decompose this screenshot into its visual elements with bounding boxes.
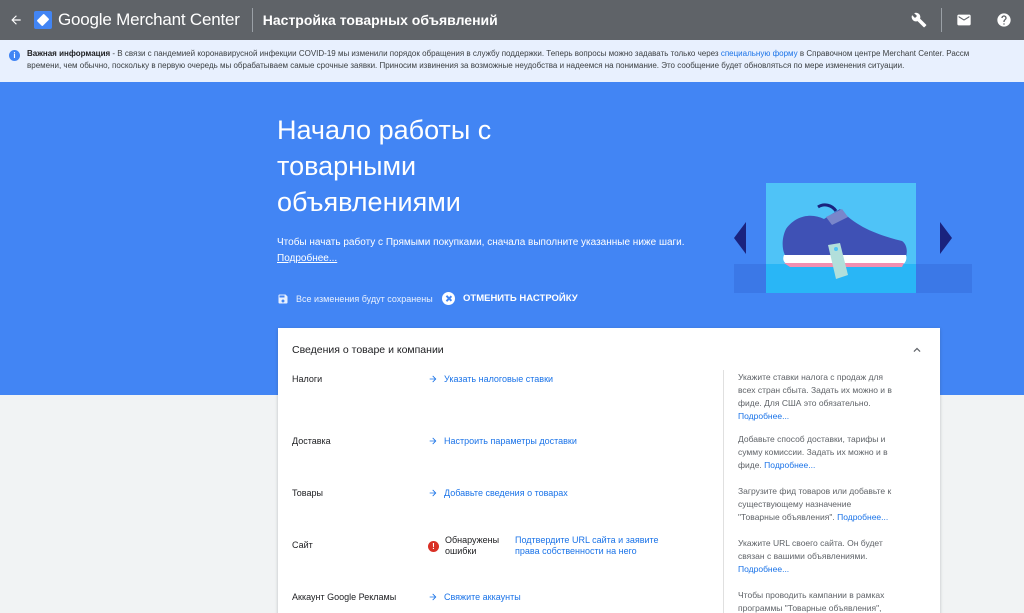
arrow-back-icon: [11, 15, 21, 25]
hero-learn-more-link[interactable]: Подробнее...: [277, 253, 337, 264]
row-action-label: Указать налоговые ставки: [444, 374, 554, 384]
page-title: Настройка товарных объявлений: [262, 12, 498, 28]
row-label: Сайт: [292, 540, 313, 550]
tools-button[interactable]: [899, 0, 939, 40]
set-tax-rates-link[interactable]: Указать налоговые ставки: [428, 374, 553, 384]
close-circle-icon: [442, 292, 455, 305]
error-icon: !: [428, 540, 439, 552]
row-action-label: Настроить параметры доставки: [444, 436, 577, 446]
website-status: ! Обнаружены ошибки Подтвердите URL сайт…: [428, 535, 685, 557]
configure-shipping-link[interactable]: Настроить параметры доставки: [428, 436, 577, 446]
setup-card: Сведения о товаре и компании Налоги Указ…: [278, 328, 940, 613]
banner-line-2: времени, чем обычно, поскольку в первую …: [27, 61, 905, 70]
card-title: Сведения о товаре и компании: [292, 344, 444, 356]
cancel-setup-label: ОТМЕНИТЬ НАСТРОЙКУ: [463, 293, 578, 304]
row-help: Добавьте способ доставки, тарифы и сумму…: [738, 433, 893, 472]
top-app-bar: Google Merchant Center Настройка товарны…: [0, 0, 1024, 40]
arrow-forward-icon: [429, 375, 437, 383]
row-help-link[interactable]: Подробнее...: [764, 460, 815, 470]
row-label: Налоги: [292, 374, 323, 384]
row-action-label: Свяжите аккаунты: [444, 592, 521, 602]
row-help-link[interactable]: Подробнее...: [738, 411, 789, 421]
brand-name: Google Merchant Center: [58, 10, 240, 29]
row-help: Загрузите фид товаров или добавьте к сущ…: [738, 485, 893, 524]
cancel-setup-button[interactable]: ОТМЕНИТЬ НАСТРОЙКУ: [442, 292, 578, 305]
row-label: Товары: [292, 488, 323, 498]
errors-found-text: Обнаружены ошибки: [445, 535, 500, 556]
card-header[interactable]: Сведения о товаре и компании: [278, 328, 940, 372]
actions-divider: [941, 8, 942, 32]
notifications-button[interactable]: [944, 0, 984, 40]
arrow-forward-icon: [429, 489, 437, 497]
add-product-info-link[interactable]: Добавьте сведения о товарах: [428, 488, 568, 498]
row-label: Доставка: [292, 436, 331, 446]
row-label: Аккаунт Google Рекламы: [292, 592, 397, 602]
row-help-text: Укажите URL своего сайта. Он будет связа…: [738, 538, 883, 561]
autosave-text: Все изменения будут сохранены: [296, 294, 433, 304]
row-help-link[interactable]: Подробнее...: [738, 564, 789, 574]
row-help-text: Укажите ставки налога с продаж для всех …: [738, 372, 892, 408]
banner-text-after: в Справочном центре Merchant Center. Рас…: [797, 49, 970, 58]
sneaker-icon: [766, 203, 916, 293]
help-button[interactable]: [984, 0, 1024, 40]
arrow-forward-icon: [429, 593, 437, 601]
row-help: Укажите ставки налога с продаж для всех …: [738, 371, 893, 423]
back-button[interactable]: [4, 8, 28, 32]
wrench-icon: [911, 12, 927, 28]
info-icon: i: [9, 50, 20, 61]
row-help: Чтобы проводить кампании в рамках програ…: [738, 589, 893, 613]
verify-website-link[interactable]: Подтвердите URL сайта и заявите права со…: [515, 535, 685, 557]
banner-line-1: Важная информация - В связи с пандемией …: [27, 48, 1024, 60]
row-help-link[interactable]: Подробнее...: [837, 512, 888, 522]
link-accounts-link[interactable]: Свяжите аккаунты: [428, 592, 521, 602]
save-icon: [278, 294, 288, 304]
arrow-forward-icon: [429, 437, 437, 445]
help-icon: [997, 13, 1011, 27]
row-help: Укажите URL своего сайта. Он будет связа…: [738, 537, 893, 576]
help-column-divider: [723, 370, 724, 613]
top-actions: [899, 0, 1024, 40]
merchant-center-logo-icon: [34, 11, 52, 29]
row-help-text: Чтобы проводить кампании в рамках програ…: [738, 590, 885, 613]
title-divider: [251, 8, 253, 32]
row-action-label: Добавьте сведения о товарах: [444, 488, 568, 498]
banner-text-before: - В связи с пандемией коронавирусной инф…: [110, 49, 721, 58]
sneaker-illustration: [766, 183, 916, 293]
carousel-next-arrow[interactable]: [940, 222, 952, 254]
mail-icon: [957, 14, 971, 26]
autosave-status: Все изменения будут сохранены: [277, 293, 433, 305]
chevron-up-icon[interactable]: [910, 343, 924, 357]
covid-info-banner: i Важная информация - В связи с пандемие…: [0, 40, 1024, 82]
banner-bold: Важная информация: [27, 49, 111, 58]
support-form-link[interactable]: специальную форму: [721, 49, 798, 58]
hero-title: Начало работы с товарными объявлениями: [277, 115, 492, 217]
hero-description: Чтобы начать работу с Прямыми покупками,…: [277, 237, 685, 248]
carousel-prev-arrow[interactable]: [734, 222, 746, 254]
